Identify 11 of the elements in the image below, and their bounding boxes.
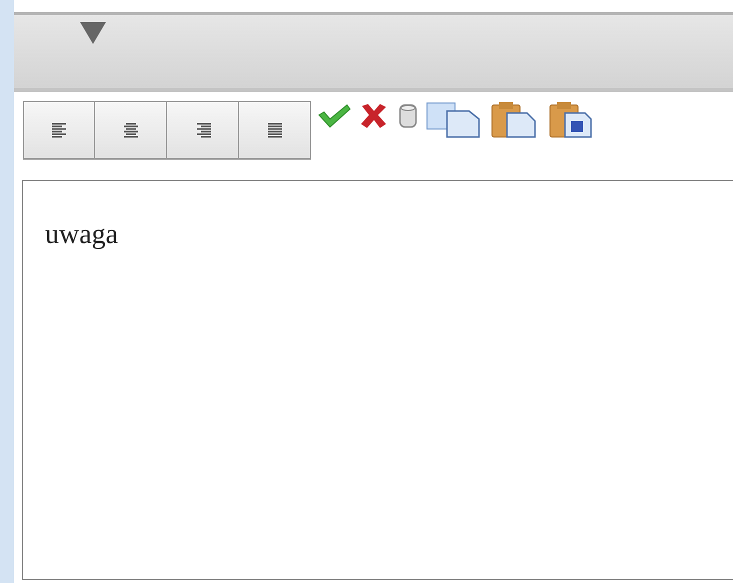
text-editor-field[interactable]: uwaga (22, 180, 733, 580)
align-right-icon (194, 122, 210, 138)
dropdown-triangle-icon[interactable] (80, 22, 106, 44)
align-center-icon (122, 122, 138, 138)
align-left-button[interactable] (23, 101, 95, 159)
align-right-button[interactable] (167, 101, 239, 159)
align-left-icon (51, 122, 67, 138)
align-center-button[interactable] (95, 101, 167, 159)
align-justify-icon (266, 122, 282, 138)
align-justify-button[interactable] (239, 101, 311, 159)
copy-icon[interactable] (425, 101, 481, 141)
